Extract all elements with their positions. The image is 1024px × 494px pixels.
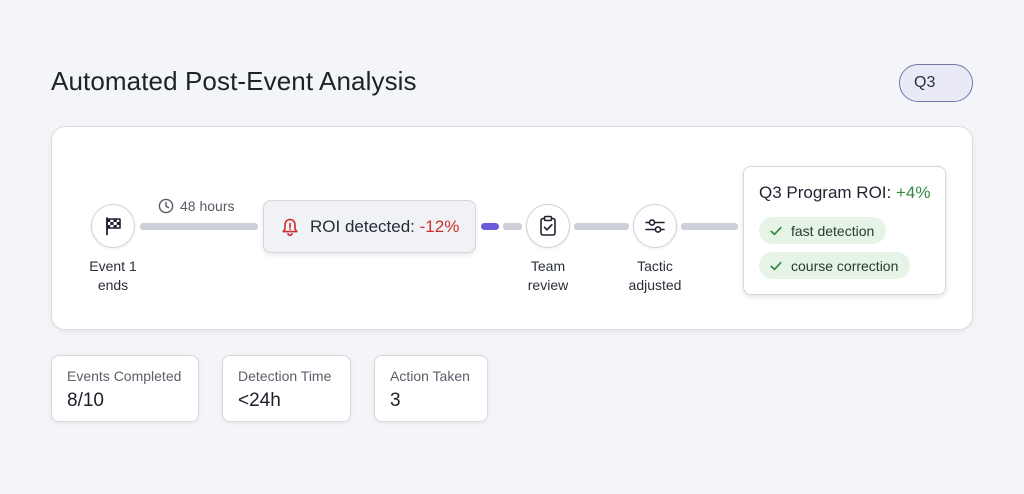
roi-alert[interactable]: ROI detected: -12% [263, 200, 476, 253]
roi-alert-text: ROI detected: -12% [310, 217, 459, 237]
step-event-ends-label: Event 1 ends [58, 257, 168, 295]
connector-review-to-tactic [574, 223, 629, 230]
step-team-review-label-line1: Team [530, 258, 566, 274]
roi-result-label: Q3 Program ROI: [759, 183, 892, 202]
sliders-icon [645, 219, 665, 233]
checkered-flag-icon [106, 217, 121, 236]
metric-detection-time-value: <24h [238, 390, 281, 411]
step-team-review-label-line2: review [527, 277, 569, 293]
chip-course-correction: course correction [759, 252, 911, 279]
check-icon [770, 261, 782, 270]
step-tactic-adjusted-label-line2: adjusted [628, 277, 682, 293]
roi-result-value: +4% [896, 183, 931, 202]
roi-result-card[interactable]: Q3 Program ROI: +4% fast detection cours… [743, 166, 946, 295]
connector-alert-to-review [503, 223, 522, 230]
metric-action-taken-label: Action Taken [390, 368, 470, 384]
metric-events-completed-value: 8/10 [67, 390, 104, 411]
step-team-review-label: Team review [493, 257, 603, 295]
bell-icon [282, 218, 298, 236]
page-title: Automated Post-Event Analysis [51, 66, 417, 96]
duration-label: 48 hours [180, 198, 235, 214]
clipboard-check-icon [540, 215, 556, 236]
metric-action-taken-value: 3 [390, 390, 401, 411]
step-event-ends-node[interactable] [91, 204, 135, 248]
step-team-review-node[interactable] [526, 204, 570, 248]
duration-indicator: 48 hours [158, 198, 234, 214]
chip-fast-detection: fast detection [759, 217, 887, 244]
clock-icon [158, 198, 174, 214]
period-selector[interactable]: Q3 [899, 64, 973, 102]
roi-alert-label: ROI detected: [310, 216, 415, 236]
analysis-page: Automated Post-Event Analysis Q3 Event 1… [0, 0, 1024, 494]
step-tactic-adjusted-label: Tactic adjusted [600, 257, 710, 295]
connector-event-to-alert [140, 223, 258, 230]
check-icon [770, 226, 782, 235]
step-tactic-adjusted-node[interactable] [633, 204, 677, 248]
metric-events-completed: Events Completed 8/10 [51, 355, 199, 422]
step-event-ends-label-line2: ends [97, 277, 129, 293]
metric-action-taken: Action Taken 3 [374, 355, 488, 422]
metric-events-completed-label: Events Completed [67, 368, 182, 384]
step-tactic-adjusted-label-line1: Tactic [637, 258, 673, 274]
roi-result-title: Q3 Program ROI: +4% [759, 183, 931, 203]
chip-fast-detection-label: fast detection [791, 222, 875, 239]
chip-course-correction-label: course correction [791, 257, 899, 274]
connector-alert-progress [481, 223, 499, 230]
roi-alert-value: -12% [419, 216, 460, 236]
metric-detection-time-label: Detection Time [238, 368, 332, 384]
connector-tactic-to-roi [681, 223, 738, 230]
metric-detection-time: Detection Time <24h [222, 355, 351, 422]
step-event-ends-label-line1: Event 1 [89, 258, 137, 274]
